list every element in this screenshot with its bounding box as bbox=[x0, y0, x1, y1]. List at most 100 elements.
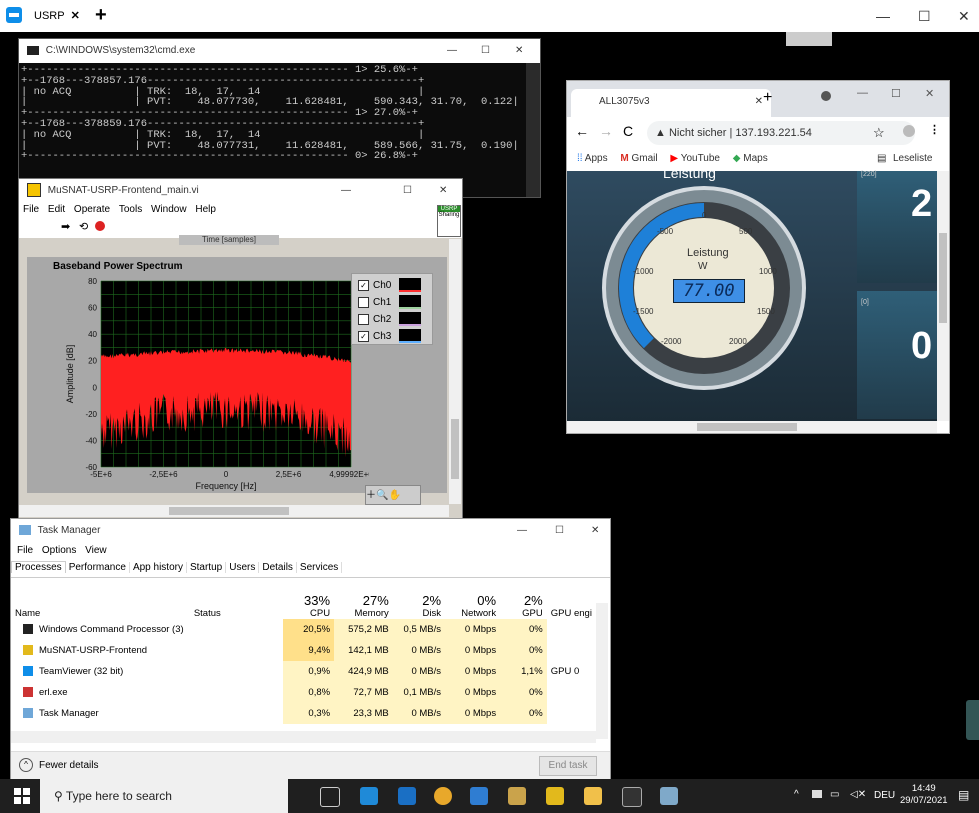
cmd-window[interactable]: C:\WINDOWS\system32\cmd.exe — ☐ ✕ +-----… bbox=[18, 38, 541, 198]
cursor-tool-icon[interactable]: ＋ bbox=[366, 490, 376, 501]
cmd-scrollbar[interactable] bbox=[526, 63, 540, 197]
close-tab-icon[interactable]: ✕ bbox=[755, 89, 763, 115]
forward-icon[interactable]: → bbox=[599, 123, 613, 139]
tab-startup[interactable]: Startup bbox=[186, 562, 227, 573]
labview-taskbar-icon[interactable] bbox=[508, 787, 526, 805]
task-manager-window[interactable]: Task Manager — ☐ ✕ File Options View Pro… bbox=[10, 518, 611, 781]
run-continuously-icon[interactable]: ⟲ bbox=[79, 220, 88, 233]
lv-vertical-scrollbar[interactable] bbox=[449, 239, 461, 504]
menu-edit[interactable]: Edit bbox=[48, 204, 65, 215]
channel-checkbox[interactable] bbox=[358, 313, 369, 325]
col-network[interactable]: 0% Network bbox=[445, 581, 500, 619]
session-tab-usrp[interactable]: USRP ✕ bbox=[30, 0, 92, 32]
browser-minimize-button[interactable]: — bbox=[857, 87, 868, 99]
network-app-icon[interactable] bbox=[470, 787, 488, 805]
notification-icon[interactable]: ▤ bbox=[958, 788, 969, 802]
labview-titlebar[interactable]: MuSNAT-USRP-Frontend_main.vi — ☐ ✕ bbox=[19, 179, 462, 202]
tab-app-history[interactable]: App history bbox=[129, 562, 187, 573]
tab-details[interactable]: Details bbox=[259, 562, 297, 573]
tab-performance[interactable]: Performance bbox=[65, 562, 130, 573]
cmd-titlebar[interactable]: C:\WINDOWS\system32\cmd.exe — ☐ ✕ bbox=[19, 39, 540, 63]
reload-icon[interactable]: C bbox=[623, 123, 633, 139]
bookmark-youtube[interactable]: YouTube bbox=[681, 153, 720, 164]
clock[interactable]: 14:49 29/07/2021 bbox=[900, 783, 948, 807]
store-icon[interactable] bbox=[360, 787, 378, 805]
profile-icon[interactable] bbox=[821, 91, 831, 101]
menu-help[interactable]: Help bbox=[195, 204, 216, 215]
network-icon[interactable]: ▭ bbox=[830, 789, 839, 800]
menu-icon[interactable]: ⋮ bbox=[929, 123, 940, 136]
browser-tab[interactable]: ALL3075v3 ✕ bbox=[571, 89, 771, 117]
channel-checkbox[interactable]: ✓ bbox=[358, 279, 369, 291]
browser-window[interactable]: ALL3075v3 ✕ + — ☐ ✕ ← → C ▲ Nicht sicher … bbox=[566, 80, 950, 434]
account-icon[interactable] bbox=[903, 125, 915, 137]
tab-users[interactable]: Users bbox=[226, 562, 260, 573]
menu-tools[interactable]: Tools bbox=[119, 204, 142, 215]
browser-maximize-button[interactable]: ☐ bbox=[891, 87, 901, 100]
col-gpu-engine[interactable]: GPU engi bbox=[547, 581, 596, 619]
tm-minimize-button[interactable]: — bbox=[517, 519, 527, 543]
language-indicator[interactable]: DEU bbox=[874, 790, 895, 801]
bookmark-star-icon[interactable]: ☆ bbox=[873, 125, 885, 141]
channel-ch2[interactable]: Ch2 bbox=[358, 312, 422, 326]
col-gpu[interactable]: 2% GPU bbox=[500, 581, 547, 619]
tm-titlebar[interactable]: Task Manager — ☐ ✕ bbox=[11, 519, 610, 543]
bookmark-gmail[interactable]: Gmail bbox=[631, 153, 657, 164]
browser-horizontal-scrollbar[interactable] bbox=[567, 421, 937, 433]
task-view-icon[interactable] bbox=[320, 787, 340, 807]
tm-menu-file[interactable]: File bbox=[17, 545, 33, 556]
zoom-tool-icon[interactable]: 🔍 bbox=[376, 490, 388, 501]
lv-minimize-button[interactable]: — bbox=[341, 179, 351, 202]
col-cpu[interactable]: 33% CPU bbox=[283, 581, 334, 619]
taskbar-search-box[interactable]: ⚲ Type here to search bbox=[40, 779, 288, 813]
table-row[interactable]: TeamViewer (32 bit) 0,9% 424,9 MB 0 MB/s 0 M… bbox=[11, 661, 596, 682]
menu-window[interactable]: Window bbox=[151, 204, 187, 215]
menu-file[interactable]: File bbox=[23, 204, 39, 215]
menu-operate[interactable]: Operate bbox=[74, 204, 110, 215]
battery-icon[interactable] bbox=[812, 790, 822, 798]
file-explorer-icon[interactable] bbox=[584, 787, 602, 805]
col-memory[interactable]: 27% Memory bbox=[334, 581, 393, 619]
tm-menu-view[interactable]: View bbox=[85, 545, 107, 556]
channel-checkbox[interactable]: ✓ bbox=[358, 330, 369, 342]
browser-vertical-scrollbar[interactable] bbox=[937, 171, 949, 421]
tm-horizontal-scrollbar[interactable] bbox=[11, 731, 596, 743]
lv-horizontal-scrollbar[interactable] bbox=[19, 505, 449, 517]
reading-list-link[interactable]: Leseliste bbox=[893, 147, 932, 171]
end-task-button[interactable]: End task bbox=[539, 756, 597, 776]
tab-processes[interactable]: Processes bbox=[11, 561, 66, 573]
labview-window[interactable]: MuSNAT-USRP-Frontend_main.vi — ☐ ✕ File … bbox=[18, 178, 463, 519]
cmd-taskbar-icon[interactable] bbox=[622, 787, 642, 807]
mail-icon[interactable] bbox=[398, 787, 416, 805]
abort-icon[interactable] bbox=[95, 221, 105, 231]
maximize-button[interactable]: ☐ bbox=[918, 8, 931, 25]
lv-close-button[interactable]: ✕ bbox=[439, 179, 447, 202]
windows-start-icon[interactable] bbox=[14, 788, 30, 804]
back-icon[interactable]: ← bbox=[575, 123, 589, 139]
bookmark-maps[interactable]: Maps bbox=[743, 153, 767, 164]
cmd-close-button[interactable]: ✕ bbox=[515, 39, 523, 63]
close-button[interactable]: ✕ bbox=[958, 8, 970, 25]
tm-close-button[interactable]: ✕ bbox=[591, 519, 599, 543]
cmd-minimize-button[interactable]: — bbox=[447, 39, 457, 63]
tm-maximize-button[interactable]: ☐ bbox=[555, 519, 564, 543]
fewer-details-link[interactable]: Fewer details bbox=[39, 760, 98, 771]
col-status[interactable]: Status bbox=[190, 581, 283, 619]
tab-services[interactable]: Services bbox=[296, 562, 343, 573]
close-tab-icon[interactable]: ✕ bbox=[71, 10, 80, 22]
vi-taskbar-icon[interactable] bbox=[546, 787, 564, 805]
tm-menu-options[interactable]: Options bbox=[42, 545, 76, 556]
channel-ch3[interactable]: ✓ Ch3 bbox=[358, 329, 422, 343]
pan-tool-icon[interactable]: ✋ bbox=[388, 490, 400, 501]
volume-muted-icon[interactable]: ◁✕ bbox=[850, 789, 866, 800]
col-disk[interactable]: 2% Disk bbox=[393, 581, 445, 619]
minimize-button[interactable]: — bbox=[876, 8, 890, 24]
remote-toolbar-handle[interactable] bbox=[786, 32, 832, 46]
side-panel-handle[interactable] bbox=[966, 700, 979, 740]
table-row[interactable]: erl.exe 0,8% 72,7 MB 0,1 MB/s 0 Mbps 0% bbox=[11, 682, 596, 703]
channel-ch1[interactable]: Ch1 bbox=[358, 295, 422, 309]
cmd-maximize-button[interactable]: ☐ bbox=[481, 39, 490, 63]
bookmark-apps[interactable]: Apps bbox=[585, 153, 608, 164]
graph-palette[interactable]: ＋🔍✋ bbox=[365, 485, 421, 505]
run-arrow-icon[interactable]: ➡ bbox=[61, 220, 70, 233]
